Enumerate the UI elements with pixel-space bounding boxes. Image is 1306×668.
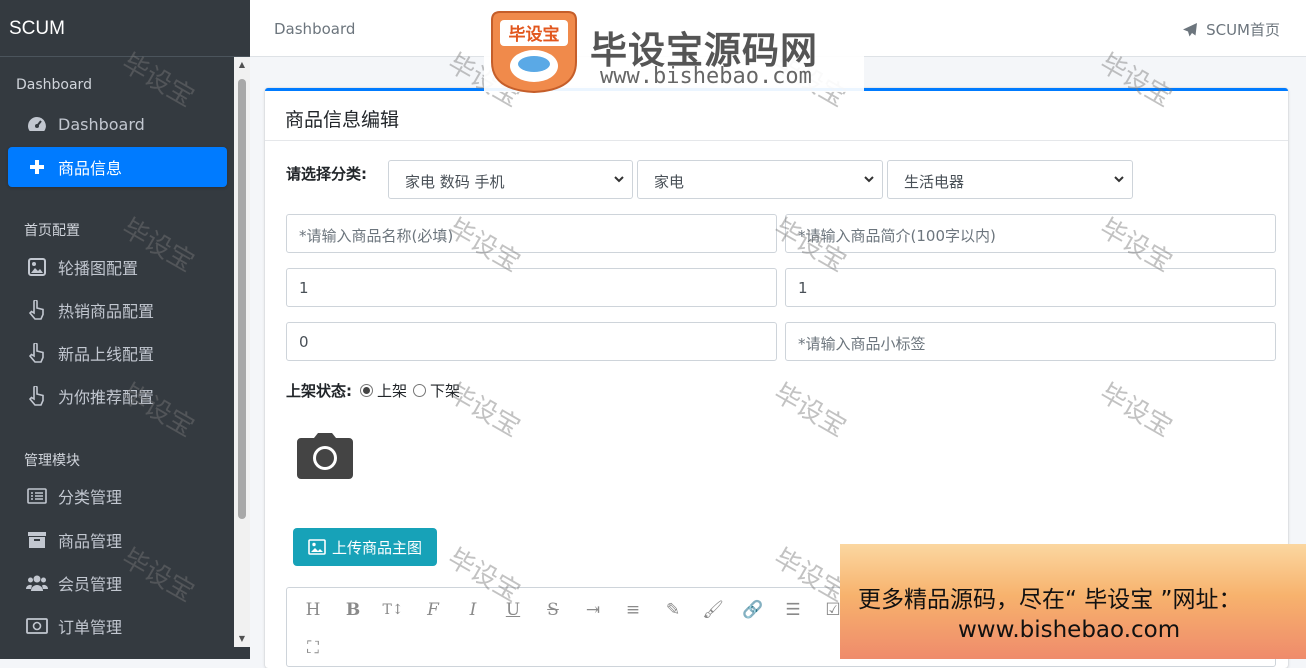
sidebar-item-label: 新品上线配置 (58, 345, 155, 364)
sidebar-item-label: 为你推荐配置 (58, 388, 155, 407)
sidebar-item-label: 轮播图配置 (58, 259, 139, 278)
category-level2-select[interactable]: 家电 (637, 160, 883, 199)
banner-line-1: 更多精品源码，尽在“ 毕设宝 ”网址： (858, 587, 1242, 613)
sidebar-item-goods-info[interactable]: 商品信息 (8, 147, 227, 187)
paper-plane-icon (1183, 22, 1198, 36)
category-level3-select[interactable]: 生活电器 (887, 160, 1133, 199)
sidebar: SCUM Dashboard Dashboard 商品信息 首页配置 轮播图配置… (0, 0, 250, 659)
sidebar-item-goods-management[interactable]: 商品管理 (8, 520, 227, 560)
breadcrumb[interactable]: Dashboard (274, 20, 355, 38)
radio-dot[interactable] (413, 384, 427, 397)
sidebar-item-label: 热销商品配置 (58, 302, 155, 321)
sidebar-header-management: 管理模块 (24, 453, 80, 469)
promo-banner: 更多精品源码，尽在“ 毕设宝 ”网址： www.bishebao.com (840, 544, 1306, 659)
watermark-logo-badge: 毕设宝 (491, 11, 577, 94)
hand-pointer-icon (26, 386, 48, 406)
sidebar-item-new-goods-config[interactable]: 新品上线配置 (8, 333, 227, 373)
scrollbar-thumb[interactable] (238, 79, 246, 519)
underline-tool-icon[interactable]: U (501, 598, 525, 622)
watermark-logo-url: www.bishebao.com (600, 64, 812, 89)
dashboard-gauge-icon (26, 114, 48, 134)
home-link-label: SCUM首页 (1206, 21, 1280, 39)
money-bill-icon (26, 616, 48, 636)
radio-label: 上架 (377, 382, 408, 400)
list-icon (26, 486, 48, 506)
select-value: 生活电器 (904, 173, 965, 191)
strikethrough-tool-icon[interactable]: S (541, 598, 565, 622)
archive-icon (26, 530, 48, 550)
sidebar-item-hot-goods-config[interactable]: 热销商品配置 (8, 290, 227, 330)
indent-tool-icon[interactable]: ⇥ (581, 598, 605, 622)
plus-icon (26, 157, 48, 177)
sidebar-item-recommend-config[interactable]: 为你推荐配置 (8, 376, 227, 416)
select-value: 家电 数码 手机 (405, 173, 505, 191)
status-off-radio[interactable]: 下架 (413, 380, 460, 401)
chevron-down-icon (614, 176, 624, 183)
upload-button-label: 上传商品主图 (331, 539, 422, 557)
camera-icon[interactable] (296, 432, 354, 484)
sidebar-item-label: 商品信息 (58, 159, 123, 178)
chevron-down-icon (864, 176, 874, 183)
status-row: 上架状态: 上架 下架 (286, 380, 466, 401)
sidebar-item-order-management[interactable]: 订单管理 (8, 606, 227, 646)
brand-link[interactable]: SCUM (0, 0, 250, 57)
line-height-tool-icon[interactable]: ≡ (621, 598, 645, 622)
upload-main-image-button[interactable]: 上传商品主图 (293, 528, 437, 566)
sidebar-scrollbar[interactable]: ▲ ▼ (234, 57, 250, 647)
goods-intro-input[interactable]: *请输入商品简介(100字以内) (785, 214, 1276, 253)
svg-text:毕设宝: 毕设宝 (509, 24, 560, 45)
hand-pointer-icon (26, 343, 48, 363)
link-tool-icon[interactable]: 🔗 (741, 598, 765, 622)
goods-name-input[interactable]: *请输入商品名称(必填) (286, 214, 777, 253)
list-tool-icon[interactable]: ☰ (781, 598, 805, 622)
chevron-down-icon (1114, 176, 1124, 183)
image-icon (26, 257, 48, 277)
pencil-tool-icon[interactable]: ✎ (661, 598, 685, 622)
image-icon (308, 539, 326, 555)
sidebar-item-category-management[interactable]: 分类管理 (8, 476, 227, 516)
status-on-radio[interactable]: 上架 (360, 380, 407, 401)
radio-label: 下架 (430, 382, 461, 400)
category-label: 请选择分类: (286, 165, 367, 183)
sidebar-header-home-config: 首页配置 (24, 223, 80, 239)
scroll-down-arrow-icon[interactable]: ▼ (234, 631, 250, 647)
scroll-up-arrow-icon[interactable]: ▲ (234, 57, 250, 73)
home-link[interactable]: SCUM首页 (1182, 19, 1280, 40)
select-value: 家电 (654, 173, 685, 191)
divider (265, 140, 1288, 141)
sidebar-item-label: 分类管理 (58, 488, 123, 507)
bold-tool-icon[interactable]: B (341, 598, 365, 622)
category-level1-select[interactable]: 家电 数码 手机 (388, 160, 633, 199)
sidebar-item-label: 订单管理 (58, 618, 123, 637)
banner-line-2: www.bishebao.com (958, 617, 1181, 643)
sidebar-header-dashboard: Dashboard (16, 77, 92, 93)
sidebar-item-label: 会员管理 (58, 575, 123, 594)
hand-pointer-icon (26, 300, 48, 320)
font-size-tool-icon[interactable]: T↕ (381, 598, 405, 622)
fullscreen-tool-icon[interactable]: ⛶ (301, 636, 325, 660)
paint-brush-tool-icon[interactable]: 🖌 (701, 598, 725, 622)
sidebar-item-dashboard[interactable]: Dashboard (8, 104, 227, 144)
goods-tag-input[interactable]: *请输入商品小标签 (785, 322, 1276, 361)
sidebar-item-label: Dashboard (58, 114, 145, 134)
italic-tool-icon[interactable]: I (461, 598, 485, 622)
radio-dot[interactable] (360, 384, 373, 397)
heading-tool-icon[interactable]: H (301, 598, 325, 622)
card-title: 商品信息编辑 (285, 109, 400, 131)
users-icon (26, 573, 48, 593)
status-label: 上架状态: (286, 382, 352, 400)
stock-input[interactable]: 0 (286, 322, 777, 361)
sidebar-item-member-management[interactable]: 会员管理 (8, 563, 227, 603)
selling-price-input[interactable]: 1 (785, 268, 1276, 307)
sidebar-item-carousel-config[interactable]: 轮播图配置 (8, 247, 227, 287)
sidebar-item-label: 商品管理 (58, 532, 123, 551)
watermark-logo: 毕设宝 毕设宝源码网 www.bishebao.com (484, 6, 864, 94)
original-price-input[interactable]: 1 (286, 268, 777, 307)
font-family-tool-icon[interactable]: F (421, 598, 445, 622)
